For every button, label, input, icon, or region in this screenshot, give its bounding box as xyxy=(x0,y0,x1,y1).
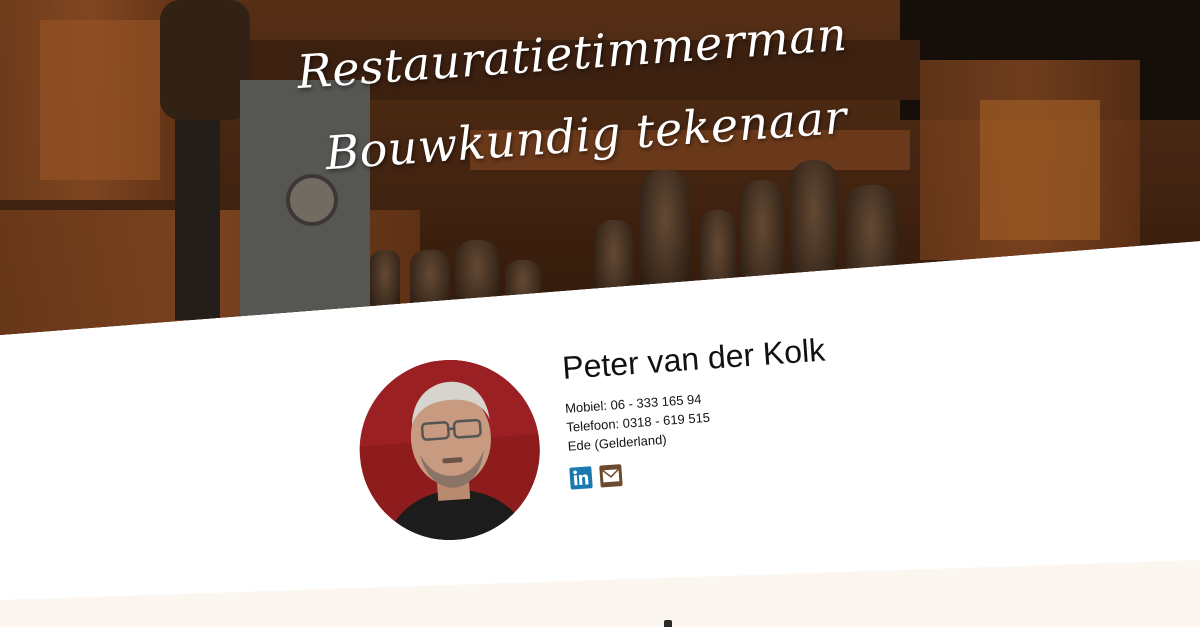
profile-card: Peter van der Kolk Mobiel: 06 - 333 165 … xyxy=(353,306,893,547)
person-name: Peter van der Kolk xyxy=(561,331,827,386)
avatar-photo xyxy=(353,353,546,547)
mail-icon xyxy=(602,468,620,483)
linkedin-icon xyxy=(573,470,589,486)
hero-banner: Restauratietimmerman Bouwkundig tekenaar xyxy=(0,0,1200,335)
contact-info: Peter van der Kolk Mobiel: 06 - 333 165 … xyxy=(561,332,833,490)
bottom-section xyxy=(0,560,1200,627)
linkedin-link[interactable] xyxy=(569,466,593,490)
social-links xyxy=(569,449,833,490)
page: Restauratietimmerman Bouwkundig tekenaar xyxy=(0,0,1200,627)
section-decoration xyxy=(664,620,672,627)
avatar xyxy=(353,353,546,547)
mail-link[interactable] xyxy=(599,464,623,488)
